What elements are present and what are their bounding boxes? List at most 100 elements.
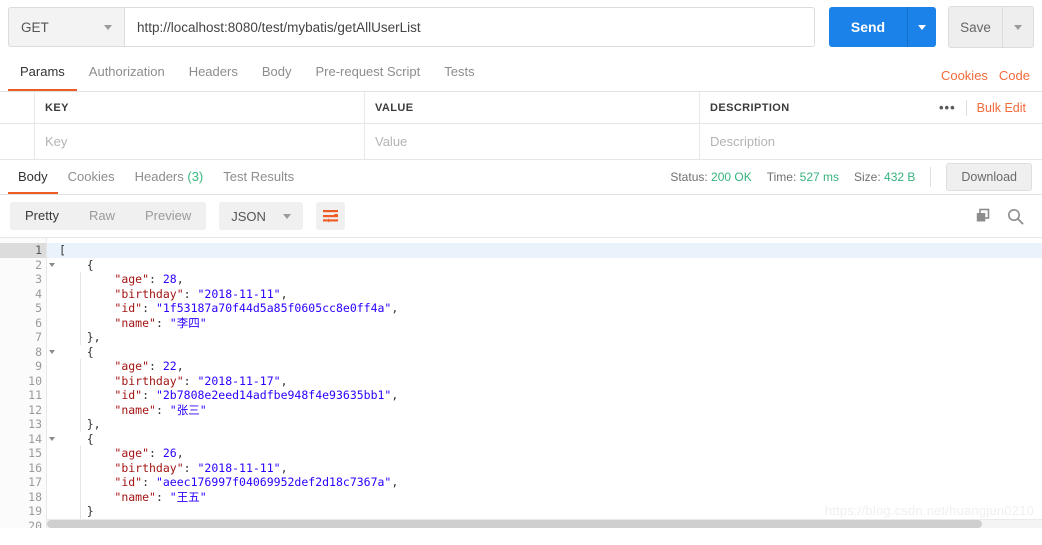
params-header-description-label: DESCRIPTION (710, 101, 790, 114)
word-wrap-icon (322, 209, 338, 223)
more-options-icon[interactable]: ••• (939, 100, 956, 115)
code-line: "id": "aeec176997f04069952def2d18c7367a"… (114, 475, 399, 489)
params-header-value: VALUE (365, 92, 700, 123)
code-line: "birthday": "2018-11-17", (114, 373, 288, 388)
chevron-down-icon (104, 24, 112, 30)
code-line: "age": 28, (114, 272, 184, 286)
line-number: 16 (28, 460, 42, 475)
view-mode-raw[interactable]: Raw (74, 202, 130, 230)
view-mode-segment: Pretty Raw Preview (10, 202, 207, 230)
code-line: }, (86, 417, 101, 431)
save-button[interactable]: Save (949, 7, 1003, 47)
scrollbar-thumb[interactable] (47, 520, 983, 528)
save-button-group: Save (948, 6, 1034, 48)
line-number: 4 (35, 286, 42, 301)
response-tab-body[interactable]: Body (8, 160, 58, 194)
code-line: } (86, 504, 94, 518)
line-number: 20 (28, 518, 42, 529)
line-number-gutter: 1 2 3 4 5 6 7 8 9 10 11 12 13 14 15 16 17 18 19 20 (0, 238, 55, 529)
copy-icon (976, 208, 990, 222)
line-number: 11 (28, 388, 42, 402)
response-meta: Status: 200 OK Time: 527 ms Size: 432 B … (670, 163, 1034, 191)
horizontal-scrollbar[interactable] (47, 519, 1042, 528)
line-number: 5 (35, 301, 42, 315)
params-select-all-cell (0, 92, 35, 123)
tab-tests[interactable]: Tests (432, 54, 486, 91)
code-line: "name": "李四" (114, 315, 207, 330)
response-tab-test-results[interactable]: Test Results (213, 160, 304, 194)
send-options-button[interactable] (908, 7, 936, 47)
line-number: 15 (28, 446, 42, 460)
line-number: 12 (28, 402, 42, 417)
indent-guide (80, 359, 81, 432)
copy-button[interactable] (975, 208, 991, 224)
line-number: 14 (0, 432, 55, 447)
code-line: "birthday": "2018-11-11", (114, 460, 288, 475)
code-line: { (86, 257, 94, 272)
search-button[interactable] (1007, 208, 1024, 225)
chevron-down-icon (1014, 24, 1022, 30)
request-tabs: Params Authorization Headers Body Pre-re… (0, 54, 1042, 92)
code-line: "id": "2b7808e2eed14adfbe948f4e93635bb1"… (114, 388, 399, 402)
code-line: "birthday": "2018-11-11", (114, 286, 288, 301)
line-number: 17 (28, 475, 42, 489)
tab-params[interactable]: Params (8, 54, 77, 91)
line-number: 1 (0, 243, 55, 258)
line-number: 19 (28, 504, 42, 518)
line-number: 6 (35, 315, 42, 330)
url-input[interactable]: http://localhost:8080/test/mybatis/getAl… (124, 7, 815, 47)
save-options-button[interactable] (1003, 7, 1033, 47)
code-line: [ (47, 243, 1042, 258)
response-tab-headers[interactable]: Headers (3) (125, 160, 214, 194)
http-method-label: GET (21, 19, 49, 35)
search-icon (1008, 208, 1024, 225)
response-tabs: Body Cookies Headers (3) Test Results St… (0, 160, 1042, 195)
code-link[interactable]: Code (999, 68, 1030, 83)
time-label: Time: (766, 170, 797, 184)
response-tab-cookies[interactable]: Cookies (58, 160, 125, 194)
code-line: "age": 26, (114, 446, 184, 460)
line-number: 2 (0, 258, 55, 273)
code-line: }, (86, 330, 101, 344)
send-button[interactable]: Send (829, 7, 908, 47)
response-view-actions (975, 208, 1032, 225)
line-number: 10 (28, 373, 42, 388)
http-method-select[interactable]: GET (8, 7, 124, 47)
code-line: { (86, 431, 94, 446)
tab-authorization[interactable]: Authorization (77, 54, 177, 91)
status-label: Status: (670, 170, 708, 184)
tab-headers[interactable]: Headers (177, 54, 250, 91)
send-button-group: Send (829, 7, 936, 47)
params-key-input[interactable]: Key (35, 124, 365, 159)
params-header-description: DESCRIPTION ••• Bulk Edit (700, 92, 1042, 123)
bulk-edit-link[interactable]: Bulk Edit (977, 101, 1026, 115)
params-row-checkbox-cell[interactable] (0, 124, 35, 159)
params-value-input[interactable]: Value (365, 124, 700, 159)
response-view-toolbar: Pretty Raw Preview JSON (0, 195, 1042, 237)
size-label: Size: (854, 170, 881, 184)
view-mode-pretty[interactable]: Pretty (10, 202, 74, 230)
json-code-area[interactable]: [ { "age": 28, "birthday": "2018-11-11",… (47, 238, 1042, 528)
tab-pre-request-script[interactable]: Pre-request Script (303, 54, 432, 91)
line-number: 3 (35, 272, 42, 286)
request-tabs-actions: Cookies Code (941, 68, 1034, 91)
params-table: KEY VALUE DESCRIPTION ••• Bulk Edit Key … (0, 92, 1042, 160)
response-headers-count: (3) (187, 169, 204, 184)
line-number: 8 (0, 345, 55, 360)
view-mode-preview[interactable]: Preview (130, 202, 206, 230)
params-header-key: KEY (35, 92, 365, 123)
status-metric: Status: 200 OK (670, 170, 751, 184)
line-number: 7 (35, 330, 42, 344)
response-format-label: JSON (231, 208, 266, 224)
cookies-link[interactable]: Cookies (941, 68, 988, 83)
download-button[interactable]: Download (946, 163, 1032, 191)
word-wrap-button[interactable] (315, 202, 345, 230)
response-body-viewer: 1 2 3 4 5 6 7 8 9 10 11 12 13 14 15 16 17 18 19 20 [ { "age… (0, 237, 1042, 528)
line-number: 18 (28, 489, 42, 504)
code-line: "id": "1f53187a70f44d5a85f0605cc8e0ff4a"… (114, 301, 399, 315)
code-line: "name": "张三" (114, 402, 207, 417)
line-number: 13 (28, 417, 42, 431)
params-description-input[interactable]: Description (700, 124, 1042, 159)
tab-body[interactable]: Body (250, 54, 304, 91)
response-format-select[interactable]: JSON (219, 202, 303, 230)
